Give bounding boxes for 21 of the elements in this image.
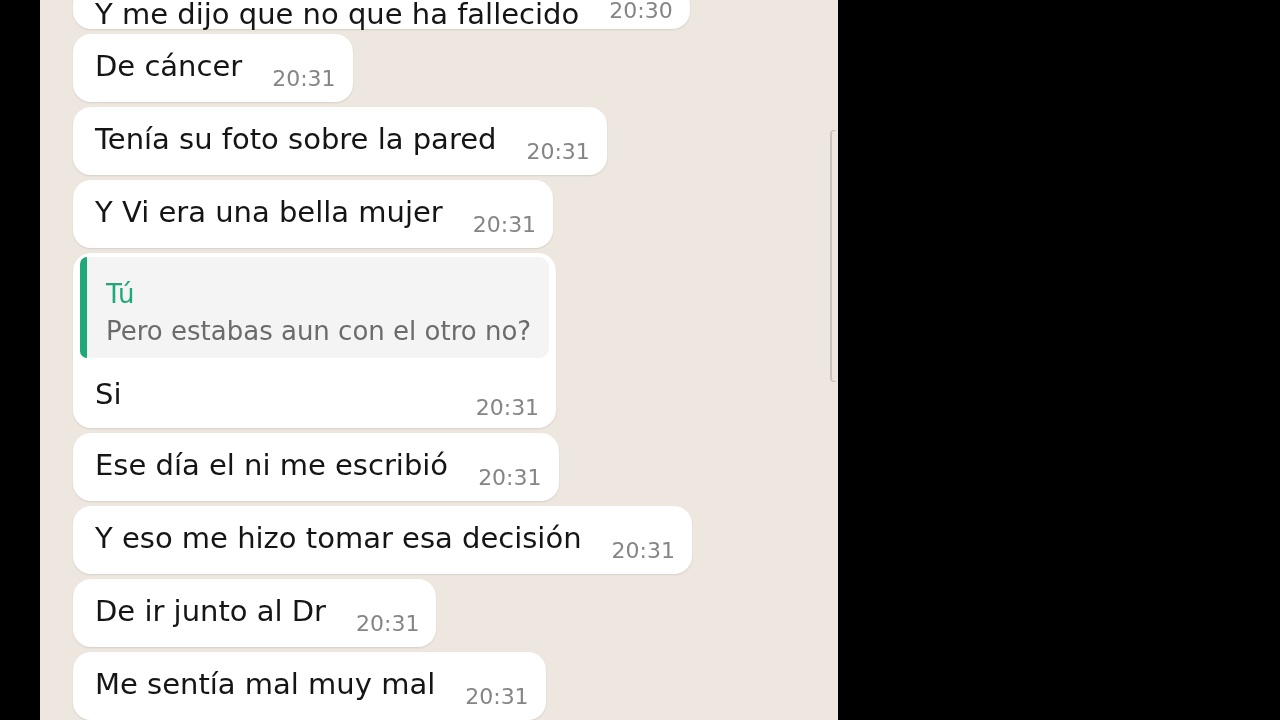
scrollbar-thumb[interactable] <box>830 130 836 382</box>
message-time: 20:31 <box>478 465 542 491</box>
message-text: De ir junto al Dr <box>95 593 327 629</box>
message-time: 20:31 <box>475 395 540 421</box>
message-text: Tenía su foto sobre la pared <box>95 121 497 157</box>
message-time: 20:31 <box>272 66 336 92</box>
message-time: 20:31 <box>611 538 675 564</box>
message-time: 20:31 <box>526 139 590 165</box>
message-time: 20:31 <box>472 212 537 238</box>
quoted-message[interactable]: Tú Pero estabas aun con el otro no? <box>80 257 550 358</box>
message-time: 20:31 <box>465 684 529 710</box>
message-time: 20:31 <box>356 611 420 637</box>
message-text: Ese día el ni me escribió <box>95 447 449 483</box>
message-text: Y Vi era una bella mujer <box>95 194 443 230</box>
message-text: Me sentía mal muy mal <box>95 666 436 702</box>
message-time: 20:30 <box>609 1 673 21</box>
message-text: Si <box>95 376 122 412</box>
quoted-sender: Tú <box>106 278 135 311</box>
message-text: Y eso me hizo tomar esa decisión <box>95 520 582 556</box>
quoted-text: Pero estabas aun con el otro no? <box>106 315 532 348</box>
message-text: De cáncer <box>95 48 243 84</box>
